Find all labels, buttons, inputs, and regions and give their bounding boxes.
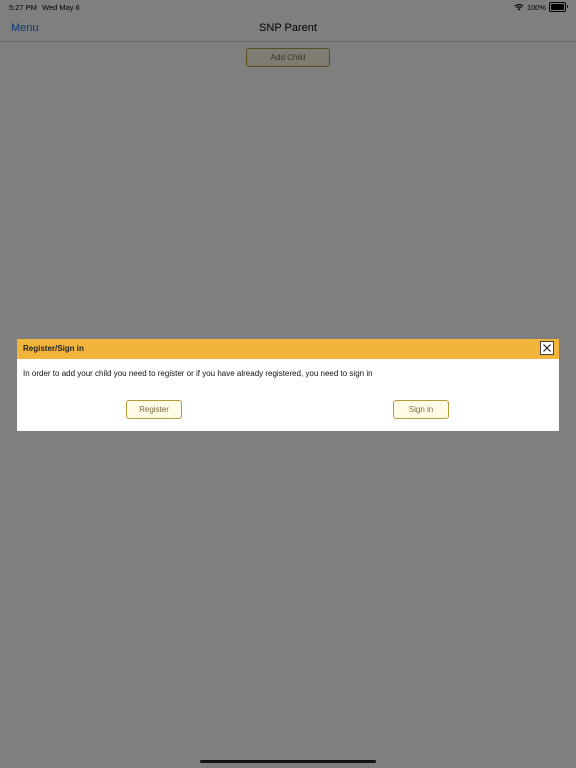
register-button[interactable]: Register <box>126 400 182 419</box>
close-button[interactable] <box>540 341 554 355</box>
signin-button[interactable]: Sign in <box>393 400 449 419</box>
register-signin-dialog: Register/Sign in In order to add your ch… <box>17 339 559 431</box>
close-icon <box>541 342 553 354</box>
dialog-message: In order to add your child you need to r… <box>23 369 373 378</box>
dialog-title: Register/Sign in <box>23 344 84 353</box>
dialog-header: Register/Sign in <box>17 339 559 359</box>
home-indicator <box>200 760 376 763</box>
